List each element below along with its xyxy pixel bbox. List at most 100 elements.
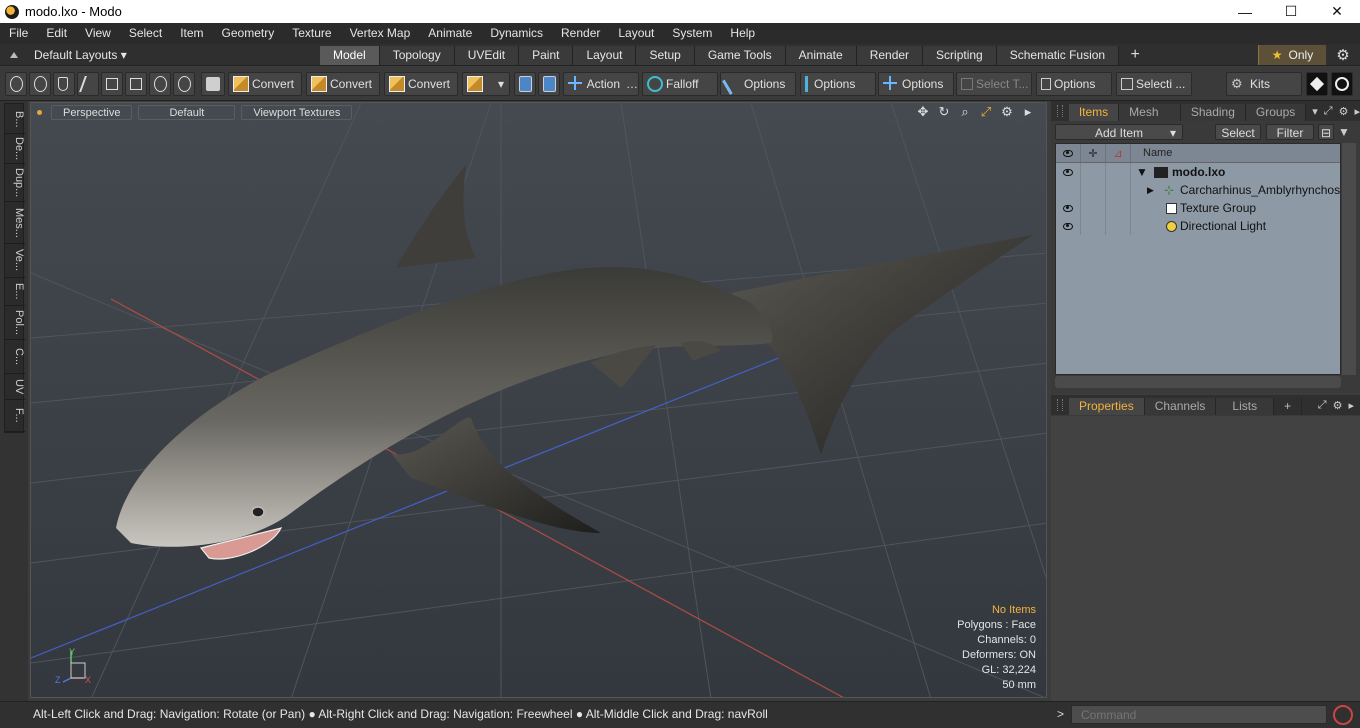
convert-button-2[interactable]: Convert	[306, 72, 380, 96]
add-panel-tab-button[interactable]: +	[1274, 398, 1303, 415]
convert-button-1[interactable]: Convert	[228, 72, 302, 96]
collapse-list-icon[interactable]: ⊟	[1318, 124, 1334, 140]
tab-setup[interactable]: Setup	[636, 45, 695, 65]
action-center-button[interactable]: Action…	[563, 72, 639, 96]
viewport-settings-gear-icon[interactable]: ⚙	[999, 104, 1015, 120]
center-mode-button[interactable]	[125, 72, 147, 96]
select-polygons-button[interactable]	[53, 72, 75, 96]
visibility-column-eye-icon[interactable]	[1056, 144, 1081, 162]
expand-arrow-icon[interactable]: ▶	[1147, 185, 1154, 196]
select-button[interactable]: Select	[1215, 124, 1261, 140]
record-macro-icon[interactable]	[1333, 705, 1353, 725]
panel-expand-icon[interactable]: ⤢	[1324, 105, 1333, 118]
panel-more-arrow-icon[interactable]: ▸	[1354, 105, 1360, 118]
panel-settings-gear-icon[interactable]: ⚙	[1339, 105, 1349, 118]
select-items-button[interactable]	[77, 72, 99, 96]
tab-game-tools[interactable]: Game Tools	[694, 45, 786, 65]
tree-row-directional-light[interactable]: Directional Light	[1056, 217, 1340, 235]
tree-row-mesh-locator[interactable]: ▶ ⊹ Carcharhinus_Amblyrhynchos ...	[1056, 181, 1340, 199]
viewport-scene[interactable]: Y X Z	[31, 103, 1047, 698]
panel-more-arrow-icon[interactable]: ▸	[1348, 399, 1354, 412]
filter-funnel-icon[interactable]: ▼	[1338, 125, 1354, 139]
close-button[interactable]: ✕	[1314, 0, 1360, 23]
command-input[interactable]	[1071, 705, 1327, 724]
only-toggle-button[interactable]: ★ Only	[1258, 45, 1326, 65]
menu-system[interactable]: System	[663, 23, 721, 44]
vtab-edge[interactable]: E...	[5, 278, 25, 306]
vtab-polygon[interactable]: Pol...	[5, 306, 25, 340]
panel-grip-icon[interactable]	[1057, 399, 1063, 411]
viewport-menu-dot-icon[interactable]	[37, 110, 42, 115]
tab-paint[interactable]: Paint	[519, 45, 574, 65]
add-layout-tab-button[interactable]: +	[1123, 46, 1147, 64]
view-mode-button[interactable]: Perspective	[51, 105, 133, 120]
expand-arrow-icon[interactable]: ▼	[1136, 165, 1148, 179]
tab-layout[interactable]: Layout	[573, 45, 637, 65]
maximize-button[interactable]: ☐	[1268, 0, 1314, 23]
tab-schematic-fusion[interactable]: Schematic Fusion	[996, 45, 1120, 65]
tab-items[interactable]: Items	[1068, 104, 1120, 121]
menu-item[interactable]: Item	[171, 23, 212, 44]
tab-topology[interactable]: Topology	[379, 45, 455, 65]
action-options-button[interactable]: Options	[878, 72, 954, 96]
tree-row-scene[interactable]: ▼ modo.lxo	[1056, 163, 1340, 181]
vtab-duplicate[interactable]: Dup...	[5, 164, 25, 202]
tab-groups[interactable]: Groups	[1245, 104, 1307, 121]
menu-geometry[interactable]: Geometry	[213, 23, 284, 44]
item-list-vertical-scrollbar[interactable]	[1342, 143, 1356, 375]
tab-properties[interactable]: Properties	[1069, 398, 1145, 415]
tab-mesh[interactable]: Mesh ...	[1119, 104, 1181, 136]
vtab-curve[interactable]: C...	[5, 340, 25, 374]
tab-scripting[interactable]: Scripting	[923, 45, 997, 65]
add-item-button[interactable]: Add Item ▾	[1055, 124, 1183, 140]
visibility-eye-icon[interactable]	[1063, 222, 1073, 230]
menu-render[interactable]: Render	[552, 23, 609, 44]
symmetry-button[interactable]	[514, 72, 536, 96]
tab-render[interactable]: Render	[856, 45, 924, 65]
zoom-icon[interactable]: ⌕	[957, 104, 973, 120]
snap-options-button[interactable]: Options	[800, 72, 876, 96]
snapping-button[interactable]	[538, 72, 560, 96]
panel-dropdown-icon[interactable]: ▾	[1312, 105, 1318, 118]
maximize-viewport-icon[interactable]: ⤢	[978, 104, 994, 120]
menu-view[interactable]: View	[76, 23, 120, 44]
menu-file[interactable]: File	[0, 23, 37, 44]
vtab-vertex[interactable]: Ve...	[5, 244, 25, 278]
tab-channels[interactable]: Channels	[1144, 398, 1217, 415]
selection-options-button[interactable]: Options	[1036, 72, 1112, 96]
select-vertices-button[interactable]	[5, 72, 27, 96]
unreal-kit-button[interactable]	[1331, 72, 1353, 96]
type-column-icon[interactable]: ⊿	[1106, 144, 1131, 162]
visibility-eye-icon[interactable]	[1063, 168, 1073, 176]
menu-texture[interactable]: Texture	[283, 23, 340, 44]
minimize-button[interactable]: —	[1222, 0, 1268, 23]
work-plane-dropdown[interactable]: ▾	[462, 72, 510, 96]
tab-model[interactable]: Model	[320, 45, 380, 65]
vtab-uv[interactable]: UV	[5, 374, 25, 400]
material-mode-button[interactable]	[173, 72, 195, 96]
pivot-mode-button[interactable]	[101, 72, 123, 96]
tab-uvedit[interactable]: UVEdit	[454, 45, 520, 65]
panel-grip-icon[interactable]	[1057, 105, 1063, 117]
tree-row-texture-group[interactable]: Texture Group	[1056, 199, 1340, 217]
shading-mode-button[interactable]: Default	[138, 105, 236, 120]
visibility-eye-icon[interactable]	[1063, 204, 1073, 212]
panel-settings-gear-icon[interactable]: ⚙	[1333, 399, 1343, 412]
pan-icon[interactable]: ✥	[915, 104, 931, 120]
vtab-mesh-edit[interactable]: Mes...	[5, 202, 25, 244]
menu-animate[interactable]: Animate	[419, 23, 481, 44]
falloff-options-button[interactable]: Options	[720, 72, 796, 96]
menu-dynamics[interactable]: Dynamics	[481, 23, 552, 44]
falloff-button[interactable]: Falloff	[642, 72, 718, 96]
menu-vertex-map[interactable]: Vertex Map	[341, 23, 420, 44]
menu-layout[interactable]: Layout	[609, 23, 663, 44]
layout-settings-gear-icon[interactable]: ⚙	[1334, 46, 1352, 64]
vtab-deform[interactable]: De...	[5, 134, 25, 164]
name-column-header[interactable]: Name	[1131, 144, 1172, 162]
tab-shading[interactable]: Shading	[1180, 104, 1246, 121]
menu-edit[interactable]: Edit	[37, 23, 76, 44]
lock-column-icon[interactable]: ✛	[1081, 144, 1106, 162]
panel-expand-icon[interactable]: ⤢	[1318, 399, 1327, 412]
edge-loop-button[interactable]	[149, 72, 171, 96]
collapse-up-icon[interactable]	[10, 51, 18, 58]
